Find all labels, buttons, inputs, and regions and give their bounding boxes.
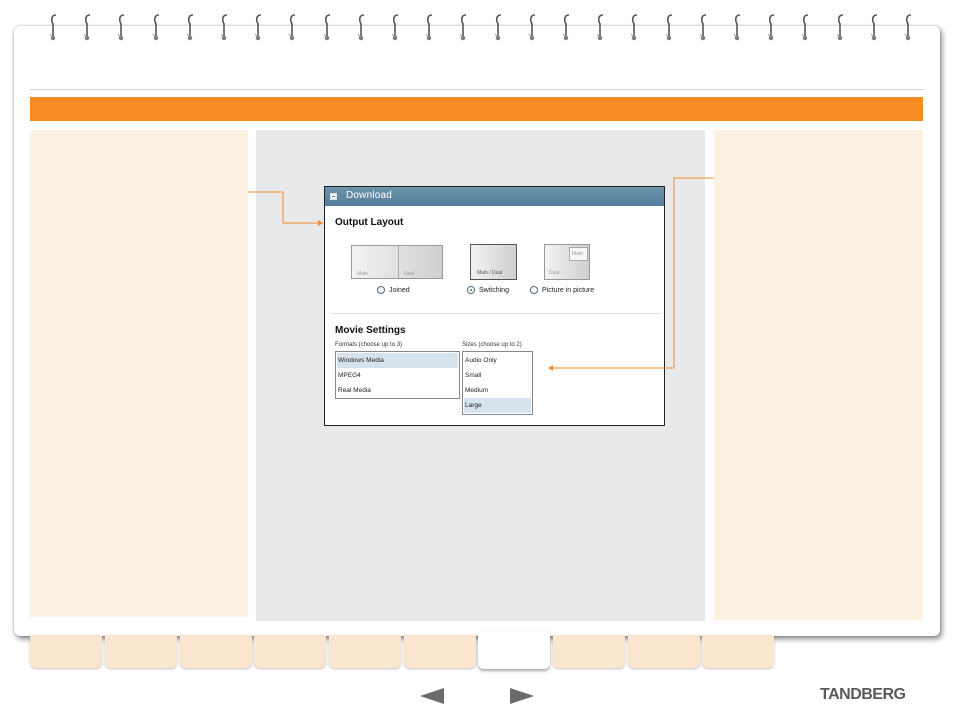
spiral-ring-icon xyxy=(765,14,779,42)
radio-switching[interactable] xyxy=(467,286,475,294)
thumb-label-main-dual: Main / Dual xyxy=(477,270,503,276)
spiral-ring-icon xyxy=(184,14,198,42)
tab-6[interactable] xyxy=(404,635,476,668)
radio-label-picture-in-picture: Picture in picture xyxy=(542,287,595,294)
formats-listbox[interactable]: Windows Media MPEG4 Real Media xyxy=(335,351,460,399)
left-text-panel xyxy=(30,130,248,617)
spiral-ring-icon xyxy=(423,14,437,42)
spiral-ring-icon xyxy=(628,14,642,42)
section-divider xyxy=(331,313,661,314)
spiral-ring-icon xyxy=(355,14,369,42)
spiral-binding xyxy=(0,12,954,42)
left-arrow-icon[interactable] xyxy=(418,686,446,706)
spiral-ring-icon xyxy=(560,14,574,42)
radio-label-switching: Switching xyxy=(479,287,509,294)
tab-2[interactable] xyxy=(105,635,177,668)
dialog-title: Download xyxy=(346,190,393,201)
spiral-ring-icon xyxy=(799,14,813,42)
thumb-label-main: Main xyxy=(357,271,368,277)
tab-7-active[interactable] xyxy=(478,632,550,669)
spiral-ring-icon xyxy=(834,14,848,42)
thumb-label-main: Main xyxy=(572,251,583,257)
movie-settings-heading: Movie Settings xyxy=(335,325,406,336)
tab-3[interactable] xyxy=(180,635,252,668)
spiral-ring-icon xyxy=(902,14,916,42)
thumb-label-dual: Dual xyxy=(549,270,560,276)
output-layout-heading: Output Layout xyxy=(335,217,404,228)
title-bar xyxy=(30,97,923,121)
tab-10[interactable] xyxy=(702,635,774,668)
sizes-listbox[interactable]: Audio Only Small Medium Large xyxy=(462,351,533,415)
spiral-ring-icon xyxy=(731,14,745,42)
size-option[interactable]: Medium xyxy=(464,383,531,398)
spiral-ring-icon xyxy=(868,14,882,42)
spiral-ring-icon xyxy=(115,14,129,42)
spiral-ring-icon xyxy=(492,14,506,42)
size-option[interactable]: Audio Only xyxy=(464,353,531,368)
spiral-ring-icon xyxy=(526,14,540,42)
header-rule xyxy=(30,89,924,90)
tab-5[interactable] xyxy=(329,635,401,668)
formats-caption: Formats (choose up to 3) xyxy=(335,342,403,348)
tab-1[interactable] xyxy=(30,635,102,668)
tab-9[interactable] xyxy=(628,635,700,668)
tab-4[interactable] xyxy=(254,635,326,668)
format-option[interactable]: Real Media xyxy=(337,383,458,398)
spiral-ring-icon xyxy=(594,14,608,42)
format-option[interactable]: MPEG4 xyxy=(337,368,458,383)
radio-joined[interactable] xyxy=(377,286,385,294)
spiral-ring-icon xyxy=(252,14,266,42)
download-dialog: Download Output Layout Main Dual Joined … xyxy=(324,186,665,426)
collapse-icon[interactable] xyxy=(330,193,337,200)
spiral-ring-icon xyxy=(218,14,232,42)
size-option[interactable]: Small xyxy=(464,368,531,383)
spiral-ring-icon xyxy=(389,14,403,42)
dialog-header: Download xyxy=(325,187,664,206)
spiral-ring-icon xyxy=(697,14,711,42)
joined-layout-thumb[interactable]: Main Dual xyxy=(351,245,443,279)
pip-layout-thumb[interactable]: Dual Main xyxy=(544,244,590,280)
right-arrow-icon[interactable] xyxy=(508,686,536,706)
right-text-panel xyxy=(714,130,923,620)
thumb-label-dual: Dual xyxy=(404,271,415,277)
radio-label-joined: Joined xyxy=(389,287,410,294)
size-option[interactable]: Large xyxy=(464,398,531,413)
tandberg-logo: TANDBERG xyxy=(820,686,906,703)
switching-layout-thumb[interactable]: Main / Dual xyxy=(470,244,517,280)
sizes-caption: Sizes (choose up to 2) xyxy=(462,342,522,348)
tab-8[interactable] xyxy=(553,635,625,668)
spiral-ring-icon xyxy=(457,14,471,42)
format-option[interactable]: Windows Media xyxy=(337,353,458,368)
spiral-ring-icon xyxy=(286,14,300,42)
spiral-ring-icon xyxy=(150,14,164,42)
spiral-ring-icon xyxy=(321,14,335,42)
spiral-ring-icon xyxy=(47,14,61,42)
spiral-ring-icon xyxy=(81,14,95,42)
pip-inset: Main xyxy=(569,247,588,261)
spiral-ring-icon xyxy=(663,14,677,42)
radio-picture-in-picture[interactable] xyxy=(530,286,538,294)
